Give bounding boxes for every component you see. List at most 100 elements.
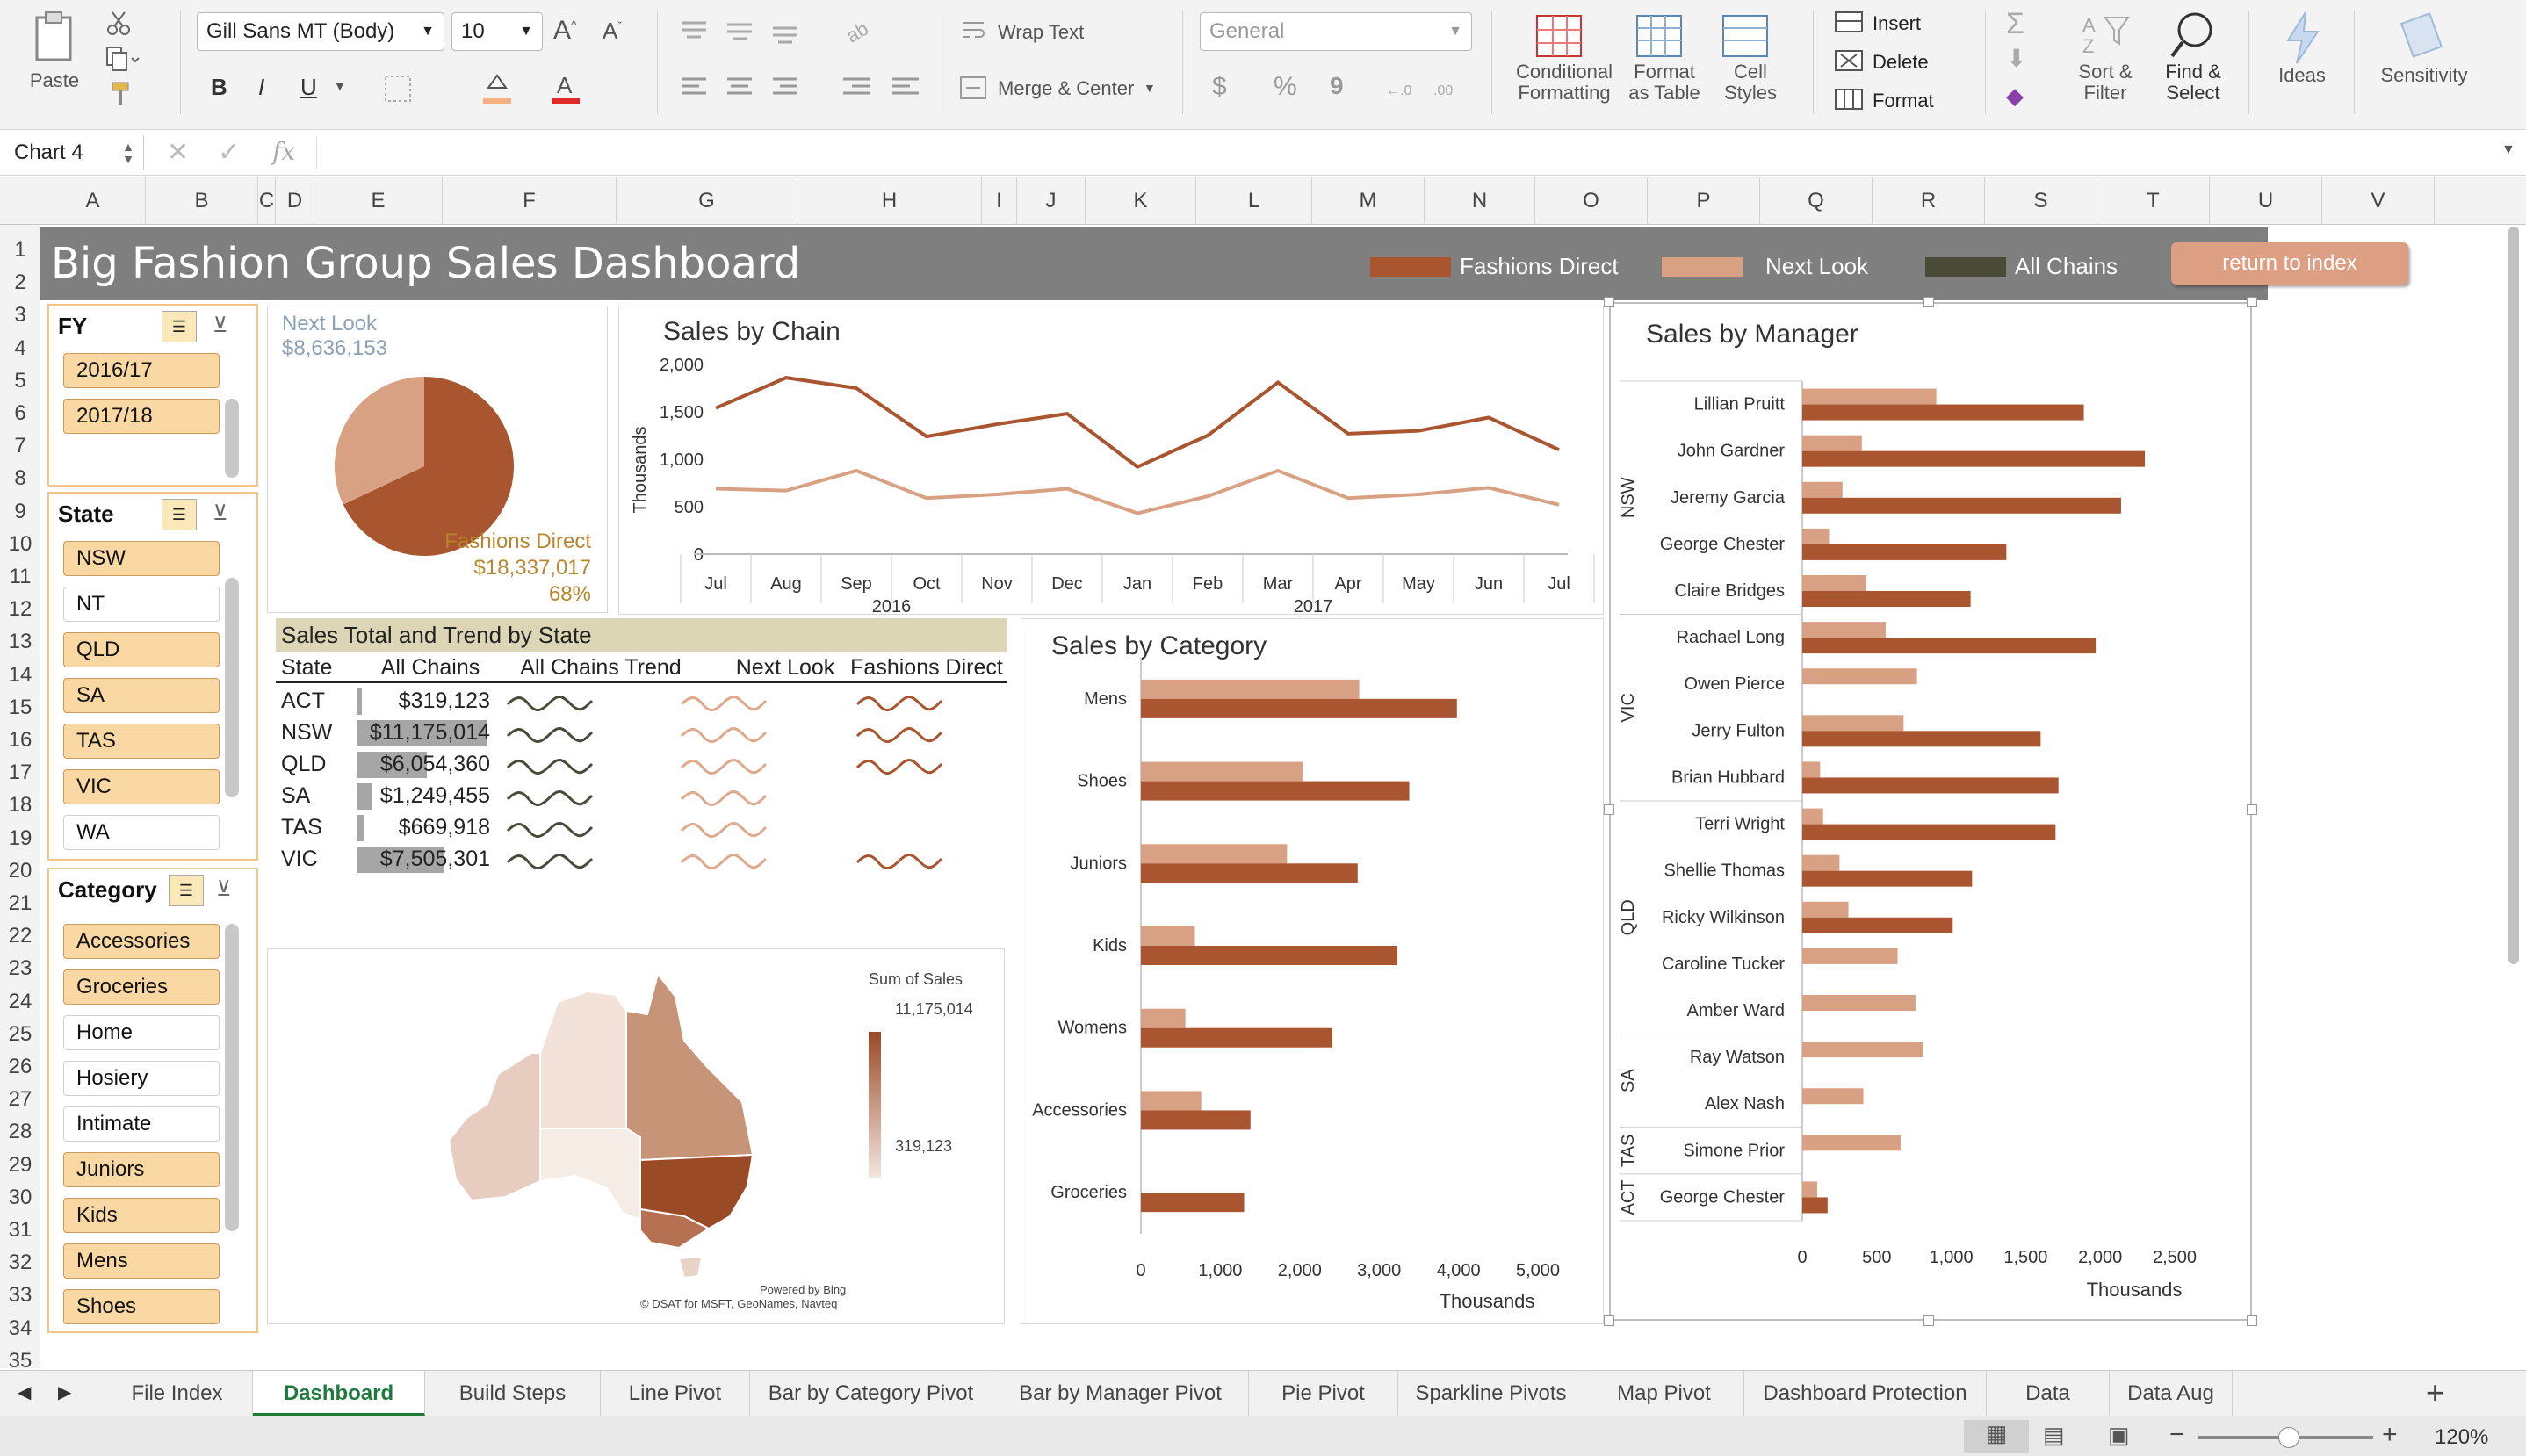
comma-button[interactable]: 9 xyxy=(1330,72,1344,100)
delete-button[interactable]: Delete xyxy=(1873,51,1929,74)
slicer-item-vic[interactable]: VIC xyxy=(63,769,220,804)
sheet-tab-bar-by-category-pivot[interactable]: Bar by Category Pivot xyxy=(750,1371,992,1416)
map-chart[interactable]: Sum of Sales 11,175,014 319,123 Powered … xyxy=(267,948,1005,1324)
sensitivity-button[interactable]: Sensitivity xyxy=(2371,9,2477,86)
row-header-27[interactable]: 27 xyxy=(0,1083,40,1115)
copy-icon[interactable] xyxy=(105,46,141,72)
sheet-tab-line-pivot[interactable]: Line Pivot xyxy=(601,1371,750,1416)
row-header-24[interactable]: 24 xyxy=(0,985,40,1018)
bold-button[interactable]: B xyxy=(211,74,227,101)
delete-icon[interactable] xyxy=(1834,49,1864,72)
slicer-item-2016-17[interactable]: 2016/17 xyxy=(63,353,220,388)
clear-filter-icon[interactable]: ⊻ xyxy=(216,876,232,902)
sales-by-chain-chart[interactable]: Sales by Chain 05001,0001,5002,000JulAug… xyxy=(618,306,1604,616)
return-to-index-button[interactable]: return to index xyxy=(2171,242,2408,285)
merge-center-icon[interactable] xyxy=(959,76,987,100)
column-header-q[interactable]: Q xyxy=(1760,177,1873,225)
sheet-tab-dashboard[interactable]: Dashboard xyxy=(253,1371,425,1416)
clear-icon[interactable]: ◆ xyxy=(2006,83,2024,110)
row-header-6[interactable]: 6 xyxy=(0,397,40,429)
next-sheet-icon[interactable]: ▶ xyxy=(58,1381,71,1403)
column-header-h[interactable]: H xyxy=(797,177,982,225)
chevron-down-icon[interactable]: ▼ xyxy=(334,79,346,93)
slicer-scrollbar[interactable] xyxy=(225,578,239,797)
column-header-j[interactable]: J xyxy=(1017,177,1086,225)
format-as-table-button[interactable]: Format as Table xyxy=(1625,12,1704,104)
resize-handle[interactable] xyxy=(2247,297,2257,307)
column-header-a[interactable]: A xyxy=(40,177,146,225)
cut-icon[interactable] xyxy=(105,11,132,37)
zoom-slider-thumb[interactable] xyxy=(2278,1427,2299,1448)
font-name-select[interactable]: Gill Sans MT (Body) ▼ xyxy=(197,12,444,51)
sheet-tab-sparkline-pivots[interactable]: Sparkline Pivots xyxy=(1398,1371,1584,1416)
row-header-1[interactable]: 1 xyxy=(0,234,40,266)
format-icon[interactable] xyxy=(1834,88,1864,111)
enter-icon[interactable]: ✓ xyxy=(218,137,240,168)
column-header-s[interactable]: S xyxy=(1985,177,2097,225)
column-header-e[interactable]: E xyxy=(314,177,443,225)
row-header-13[interactable]: 13 xyxy=(0,625,40,658)
column-header-i[interactable]: I xyxy=(982,177,1017,225)
sheet-tab-pie-pivot[interactable]: Pie Pivot xyxy=(1249,1371,1398,1416)
resize-handle[interactable] xyxy=(1604,1315,1614,1326)
row-header-3[interactable]: 3 xyxy=(0,299,40,331)
decimal-icon[interactable]: ←.0 .00 xyxy=(1384,74,1472,104)
column-header-d[interactable]: D xyxy=(276,177,314,225)
decrease-font-icon[interactable]: Aˇ xyxy=(603,18,622,45)
prev-sheet-icon[interactable]: ◀ xyxy=(18,1381,31,1403)
column-header-o[interactable]: O xyxy=(1535,177,1648,225)
autosum-icon[interactable]: Σ xyxy=(2006,7,2024,41)
wrap-text-button[interactable]: Wrap Text xyxy=(998,21,1084,44)
slicer-scrollbar[interactable] xyxy=(225,924,239,1231)
slicer-item-nt[interactable]: NT xyxy=(63,587,220,622)
resize-handle[interactable] xyxy=(2247,1315,2257,1326)
vertical-scrollbar[interactable] xyxy=(2508,227,2519,964)
sheet-tab-map-pivot[interactable]: Map Pivot xyxy=(1584,1371,1744,1416)
insert-icon[interactable] xyxy=(1834,11,1864,33)
row-header-22[interactable]: 22 xyxy=(0,919,40,952)
conditional-formatting-button[interactable]: Conditional Formatting xyxy=(1507,12,1621,104)
row-header-4[interactable]: 4 xyxy=(0,332,40,364)
clear-filter-icon[interactable]: ⊻ xyxy=(213,501,228,526)
wrap-text-icon[interactable] xyxy=(961,19,987,44)
row-header-8[interactable]: 8 xyxy=(0,462,40,494)
page-break-icon[interactable]: ▣ xyxy=(2108,1422,2130,1449)
sort-filter-button[interactable]: AZ Sort & Filter xyxy=(2066,9,2145,104)
fill-color-icon[interactable] xyxy=(481,70,513,105)
multi-select-icon[interactable]: ☰ xyxy=(162,311,197,342)
multi-select-icon[interactable]: ☰ xyxy=(162,499,197,530)
slicer-item-home[interactable]: Home xyxy=(63,1015,220,1050)
row-header-34[interactable]: 34 xyxy=(0,1312,40,1344)
column-header-f[interactable]: F xyxy=(443,177,617,225)
row-header-20[interactable]: 20 xyxy=(0,854,40,887)
slicer-item-juniors[interactable]: Juniors xyxy=(63,1152,220,1187)
cancel-icon[interactable]: ✕ xyxy=(167,137,189,168)
italic-button[interactable]: I xyxy=(258,74,264,101)
ideas-button[interactable]: Ideas xyxy=(2266,9,2338,86)
formula-input[interactable] xyxy=(316,137,2477,169)
column-header-k[interactable]: K xyxy=(1086,177,1196,225)
column-header-l[interactable]: L xyxy=(1196,177,1312,225)
row-header-2[interactable]: 2 xyxy=(0,266,40,299)
percent-button[interactable]: % xyxy=(1274,72,1297,102)
slicer-item-qld[interactable]: QLD xyxy=(63,632,220,667)
indent-icon[interactable] xyxy=(840,74,927,100)
slicer-item-accessories[interactable]: Accessories xyxy=(63,924,220,959)
row-header-11[interactable]: 11 xyxy=(0,560,40,593)
column-header-t[interactable]: T xyxy=(2097,177,2210,225)
row-header-19[interactable]: 19 xyxy=(0,822,40,854)
paste-button[interactable]: Paste xyxy=(19,9,90,91)
cell-styles-button[interactable]: Cell Styles xyxy=(1711,12,1790,104)
row-header-21[interactable]: 21 xyxy=(0,887,40,919)
row-header-17[interactable]: 17 xyxy=(0,756,40,789)
number-format-select[interactable]: General ▼ xyxy=(1200,12,1472,51)
slicer-item-sa[interactable]: SA xyxy=(63,678,220,713)
insert-function-icon[interactable]: fx xyxy=(272,137,295,166)
page-layout-icon[interactable]: ▤ xyxy=(2043,1422,2065,1449)
sheet-tab-bar-by-manager-pivot[interactable]: Bar by Manager Pivot xyxy=(992,1371,1249,1416)
format-button[interactable]: Format xyxy=(1873,90,1934,112)
slicer-scrollbar[interactable] xyxy=(225,399,239,478)
row-header-30[interactable]: 30 xyxy=(0,1181,40,1214)
column-header-u[interactable]: U xyxy=(2210,177,2322,225)
resize-handle[interactable] xyxy=(1923,1315,1934,1326)
